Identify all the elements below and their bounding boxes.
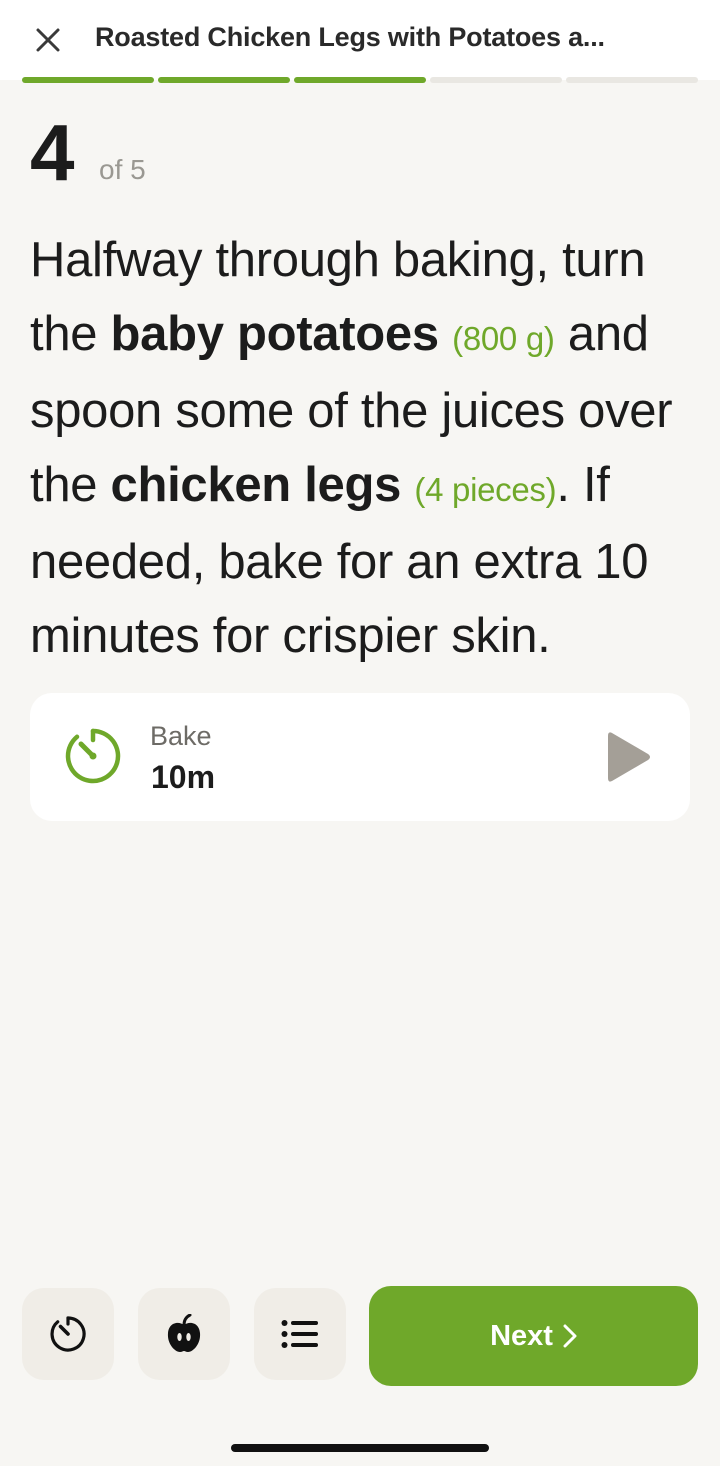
steps-list-button[interactable] [254,1288,346,1380]
close-button[interactable] [28,20,68,60]
timer-label: Bake [150,721,212,751]
step-total: of 5 [99,154,146,185]
timer-duration: 10m [151,759,216,795]
close-icon [36,28,60,52]
apple-icon [167,1314,201,1352]
ingredient-chicken-legs[interactable]: chicken legs [111,458,402,512]
bake-timer-card[interactable]: Bake 10m [30,693,690,821]
ingredient-baby-potatoes[interactable]: baby potatoes [111,307,440,361]
next-button[interactable]: Next [369,1286,698,1386]
progress-segment [294,77,426,83]
recipe-title: Roasted Chicken Legs with Potatoes a... [95,22,605,52]
progress-segment [158,77,290,83]
chevron-right-icon [563,1324,577,1348]
bottom-toolbar: Next [0,1286,720,1386]
timer-icon [65,728,121,784]
step-number: 4 [30,108,75,197]
play-icon[interactable] [604,729,654,785]
progress-segment [22,77,154,83]
progress-segment [566,77,698,83]
step-instruction: Halfway through baking, turn the baby po… [30,224,700,673]
step-progress-bar [22,77,698,83]
list-icon [281,1320,318,1348]
ingredient-quantity: (800 g) [452,319,555,357]
ingredient-quantity: (4 pieces) [414,470,557,508]
home-indicator [231,1444,489,1452]
timer-icon [50,1316,86,1352]
progress-segment [430,77,562,83]
header: Roasted Chicken Legs with Potatoes a... [0,0,720,80]
timers-button[interactable] [22,1288,114,1380]
next-button-label: Next [490,1319,553,1352]
ingredients-button[interactable] [138,1288,230,1380]
